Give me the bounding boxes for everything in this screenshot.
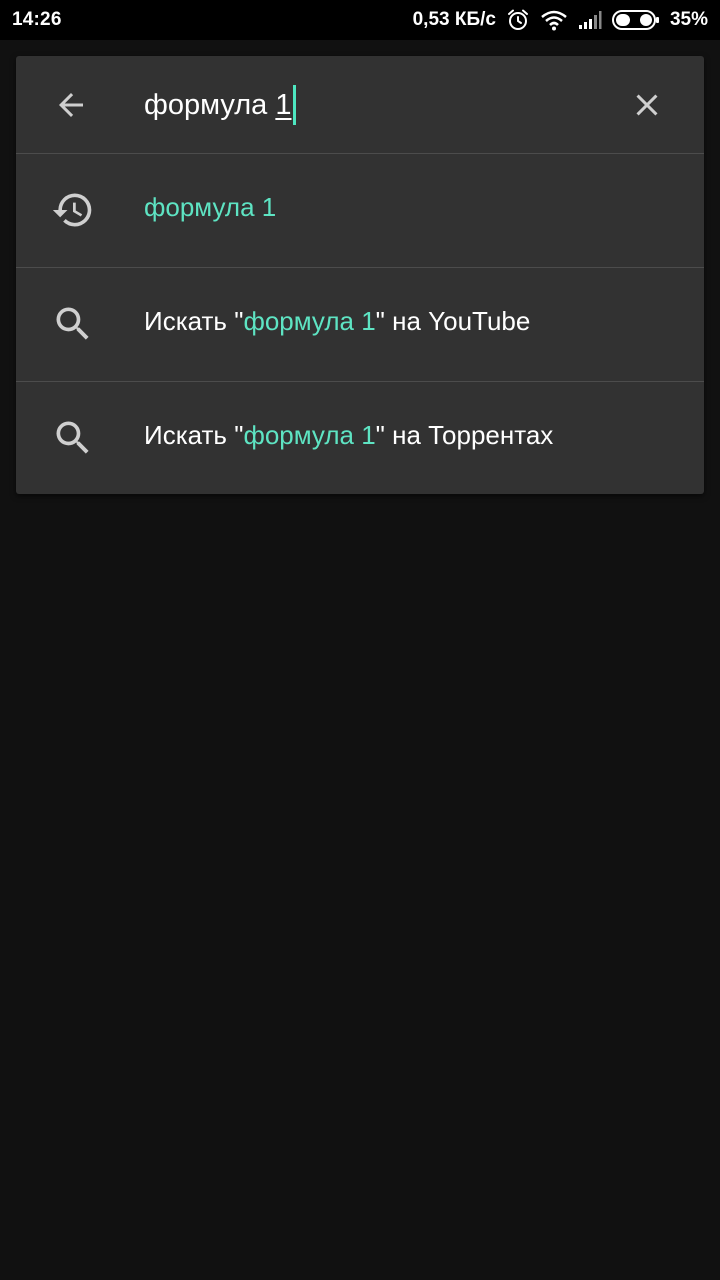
suggestion-torrents-suffix: " на Торрентах — [375, 420, 554, 450]
battery-percent: 35% — [669, 9, 708, 30]
arrow-left-icon — [59, 93, 83, 117]
suggestion-torrents-text: Искать "формула 1" на Торрентах — [144, 420, 553, 451]
suggestion-history[interactable]: формула 1 — [16, 154, 704, 268]
suggestion-youtube-suffix: " на YouTube — [375, 306, 531, 336]
suggestion-search-youtube[interactable]: Искать "формула 1" на YouTube — [16, 268, 704, 382]
alarm-icon — [506, 8, 530, 32]
search-input[interactable]: формула 1 — [144, 82, 604, 128]
search-icon — [48, 299, 98, 349]
status-bar: 14:26 0,53 КБ/с 35% — [0, 0, 720, 40]
search-icon — [48, 413, 98, 463]
close-icon — [636, 94, 658, 116]
suggestion-torrents-prefix: Искать " — [144, 420, 244, 450]
suggestion-search-torrents[interactable]: Искать "формула 1" на Торрентах — [16, 382, 704, 495]
wifi-icon — [540, 9, 568, 31]
search-card: формула 1 формула 1 Искать "формула 1" н… — [16, 56, 704, 494]
network-speed: 0,53 КБ/с — [412, 9, 496, 30]
battery-icon — [611, 10, 660, 30]
search-bar: формула 1 — [16, 56, 704, 154]
suggestion-history-text: формула 1 — [144, 192, 277, 222]
status-time: 14:26 — [12, 9, 62, 30]
suggestion-youtube-text: Искать "формула 1" на YouTube — [144, 306, 530, 337]
suggestion-torrents-query: формула 1 — [243, 420, 376, 450]
history-icon — [48, 185, 98, 235]
status-right-group: 0,53 КБ/с 35% — [413, 0, 708, 40]
signal-icon — [578, 10, 602, 30]
text-caret — [292, 85, 296, 125]
clear-button[interactable] — [622, 80, 672, 130]
suggestion-youtube-query: формула 1 — [243, 306, 376, 336]
suggestion-youtube-prefix: Искать " — [144, 306, 244, 336]
search-query-text: формула — [144, 88, 276, 121]
back-button[interactable] — [46, 80, 96, 130]
search-query-composing: 1 — [275, 88, 292, 121]
